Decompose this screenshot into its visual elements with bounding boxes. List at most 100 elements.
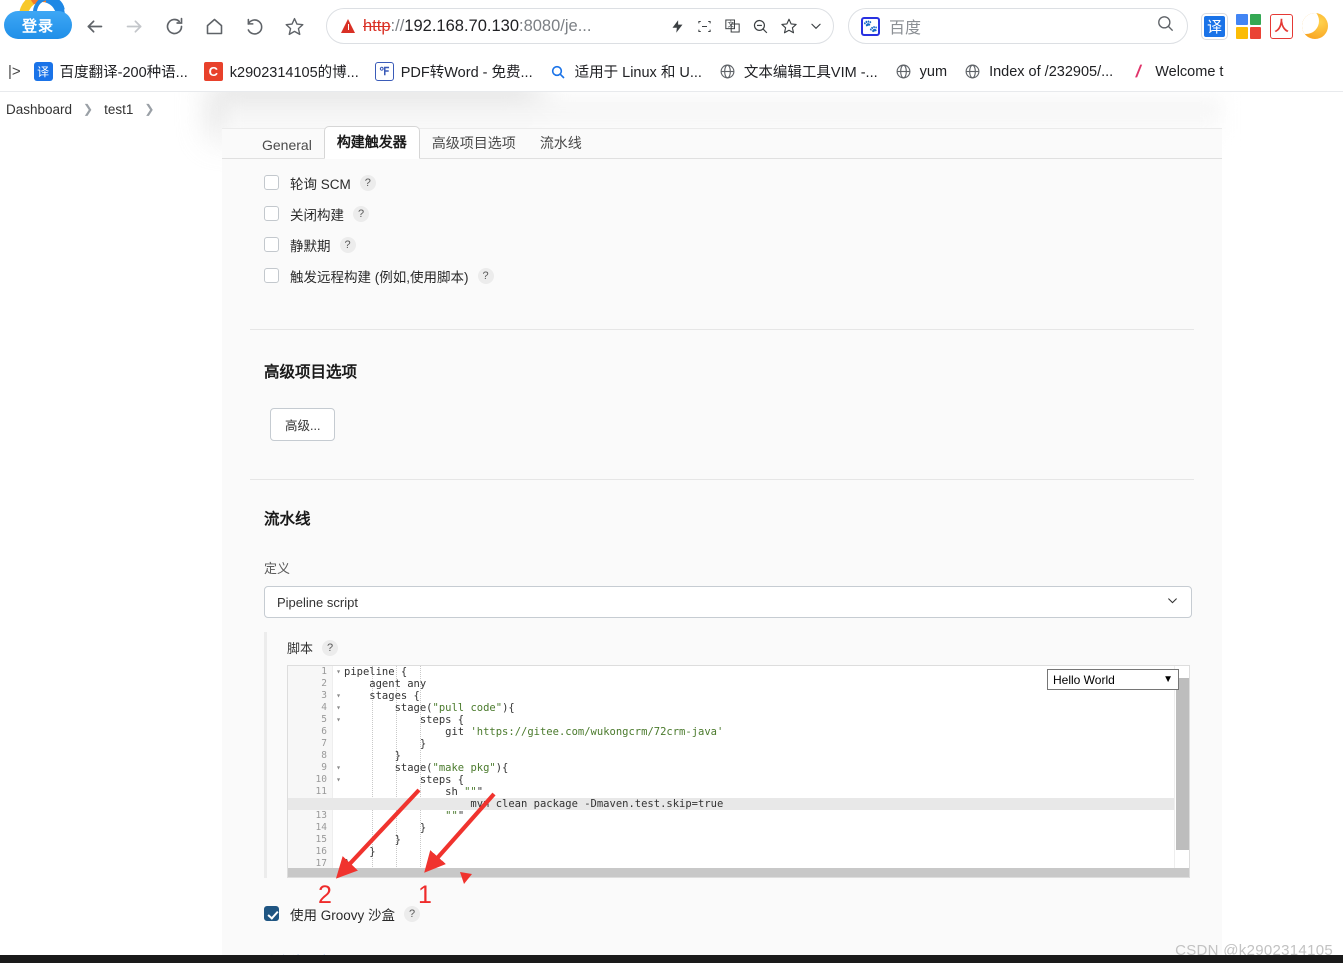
code-line: stage("pull code"){ [344, 702, 515, 714]
advanced-button[interactable]: 高级... [270, 408, 336, 441]
annotation-marker-2: 2 [318, 881, 332, 909]
trigger-row-disable-build[interactable]: 关闭构建 ? [222, 198, 1222, 229]
bookmarks-bar: |> 译 百度翻译-200种语... C k2902314105的博... ℉ … [0, 52, 1343, 92]
trigger-row-quiet-period[interactable]: 静默期 ? [222, 229, 1222, 260]
fold-toggle-icon[interactable]: ▾ [334, 764, 341, 772]
breadcrumb: Dashboard ❯ test1 ❯ [0, 98, 163, 120]
bottom-bar [0, 955, 1343, 963]
section-title-advanced: 高级项目选项 [264, 364, 358, 381]
bookmark-label: Welcome t [1155, 63, 1224, 80]
home-icon[interactable] [197, 9, 231, 43]
trigger-row-remote-build[interactable]: 触发远程构建 (例如,使用脚本) ? [222, 260, 1222, 291]
browser-logo-area: 登录 [2, 0, 74, 49]
bookmark-item[interactable]: 译 百度翻译-200种语... [27, 57, 195, 86]
url-separator: :// [390, 16, 405, 35]
tab-build-triggers[interactable]: 构建触发器 [323, 126, 420, 159]
help-icon[interactable]: ? [353, 205, 369, 222]
search-icon [549, 62, 568, 81]
code-line: steps { [344, 714, 465, 726]
forward-arrow-icon[interactable] [117, 9, 151, 43]
line-number: 7 [321, 738, 327, 749]
line-number: 6 [321, 726, 327, 737]
trigger-label: 触发远程构建 (例如,使用脚本) [290, 269, 469, 285]
help-icon[interactable]: ? [339, 236, 356, 253]
sample-script-select[interactable]: Hello World ▼ [1047, 669, 1179, 690]
bookmark-label: 百度翻译-200种语... [59, 65, 188, 81]
checkbox-groovy-sandbox[interactable] [264, 906, 279, 921]
favorite-star-icon[interactable] [780, 17, 798, 35]
bookmarks-caret-icon[interactable]: |> [6, 63, 27, 80]
definition-select[interactable]: Pipeline script [264, 586, 1192, 618]
script-code-editor[interactable]: 1▾23▾4▾5▾6789▾10▾11121314151617 pipeline… [287, 665, 1190, 878]
trigger-row-poll-scm[interactable]: 轮询 SCM ? [222, 167, 1222, 198]
fold-toggle-icon[interactable]: ▾ [334, 692, 341, 700]
editor-horizontal-scrollbar[interactable] [288, 868, 1189, 877]
bookmark-item[interactable]: ℉ PDF转Word - 免费... [368, 57, 540, 86]
translate-icon[interactable]: 文 [724, 18, 741, 34]
bookmark-label: Index of /232905/... [989, 63, 1114, 80]
url-path: :8080/je... [519, 16, 592, 35]
script-block: 脚本 ? 1▾23▾4▾5▾6789▾10▾11121314151617 pip… [264, 632, 1192, 878]
favorite-star-icon[interactable] [277, 9, 311, 43]
script-label: 脚本 [287, 641, 314, 656]
lightning-icon[interactable] [670, 18, 685, 35]
scrollbar-thumb[interactable] [1176, 678, 1189, 850]
color-grid-extension-icon[interactable] [1236, 13, 1261, 39]
line-number: 5 ▾ [321, 714, 341, 725]
tab-advanced-project-options[interactable]: 高级项目选项 [420, 128, 528, 159]
zoom-out-icon[interactable] [752, 18, 769, 35]
checkbox-poll-scm[interactable] [264, 175, 279, 190]
tab-pipeline[interactable]: 流水线 [528, 128, 594, 159]
pdf-extension-icon[interactable]: 人 [1270, 13, 1293, 39]
bookmark-item[interactable]: 适用于 Linux 和 U... [542, 57, 709, 86]
translate-icon: 译 [33, 62, 53, 81]
baidu-paw-icon: 🐾 [861, 16, 880, 36]
bookmark-item[interactable]: Index of /232905/... [956, 58, 1120, 85]
breadcrumb-item-dashboard[interactable]: Dashboard [4, 102, 74, 117]
fold-toggle-icon[interactable]: ▾ [334, 776, 341, 784]
bookmark-label: PDF转Word - 免费... [400, 65, 533, 81]
trigger-label: 轮询 SCM [290, 176, 351, 192]
browser-chrome: 登录 http://192.168.70.130:8080/je... 文 🐾 … [0, 0, 1343, 92]
config-body: 轮询 SCM ? 关闭构建 ? 静默期 ? 触发远程构建 (例如,使用脚本) ? [222, 159, 1222, 963]
fold-toggle-icon[interactable]: ▾ [334, 716, 341, 724]
script-header: 脚本 ? [267, 632, 1192, 665]
url-host: 192.168.70.130 [404, 16, 519, 35]
breadcrumb-item-test1[interactable]: test1 [102, 102, 135, 117]
history-back-icon[interactable] [237, 9, 271, 43]
bookmark-item[interactable]: / Welcome t [1122, 58, 1230, 85]
chevron-down-icon[interactable] [809, 19, 823, 33]
sandbox-row[interactable]: 使用 Groovy 沙盒 ? [222, 898, 1222, 929]
extension-icons: 译 人 [1201, 12, 1328, 40]
code-line: steps { [344, 774, 465, 786]
translate-extension-icon[interactable]: 译 [1201, 12, 1228, 40]
line-number: 2 [321, 678, 327, 689]
search-box[interactable]: 🐾 百度 [848, 8, 1188, 44]
address-bar[interactable]: http://192.168.70.130:8080/je... 文 [326, 8, 834, 44]
editor-code[interactable]: pipeline { agent any stages { stage("pul… [288, 666, 1189, 877]
bookmark-item[interactable]: 文本编辑工具VIM -... [711, 57, 885, 86]
section-title-pipeline: 流水线 [264, 511, 311, 528]
checkbox-remote-build[interactable] [264, 268, 279, 283]
tab-general[interactable]: General [250, 132, 324, 159]
csdn-icon: C [203, 62, 223, 81]
login-button[interactable]: 登录 [4, 11, 72, 39]
editor-gutter: 1▾23▾4▾5▾6789▾10▾11121314151617 [288, 666, 341, 877]
immersive-reader-icon[interactable] [696, 19, 713, 34]
magnifier-icon[interactable] [1156, 14, 1175, 38]
checkbox-disable-build[interactable] [264, 206, 279, 221]
bookmark-item[interactable]: C k2902314105的博... [197, 57, 366, 86]
fold-toggle-icon[interactable]: ▾ [334, 704, 341, 712]
back-arrow-icon[interactable] [77, 9, 111, 43]
fold-toggle-icon[interactable]: ▾ [334, 668, 341, 676]
bookmark-item[interactable]: yum [887, 58, 954, 85]
search-input[interactable]: 百度 [889, 14, 921, 38]
editor-vertical-scrollbar[interactable]: ▼ [1174, 666, 1189, 877]
moon-extension-icon[interactable] [1302, 13, 1328, 39]
help-icon[interactable]: ? [359, 174, 376, 191]
checkbox-quiet-period[interactable] [264, 237, 279, 252]
reload-icon[interactable] [157, 9, 191, 43]
help-icon[interactable]: ? [322, 639, 339, 656]
help-icon[interactable]: ? [477, 267, 494, 284]
code-line: pipeline { [344, 666, 408, 678]
